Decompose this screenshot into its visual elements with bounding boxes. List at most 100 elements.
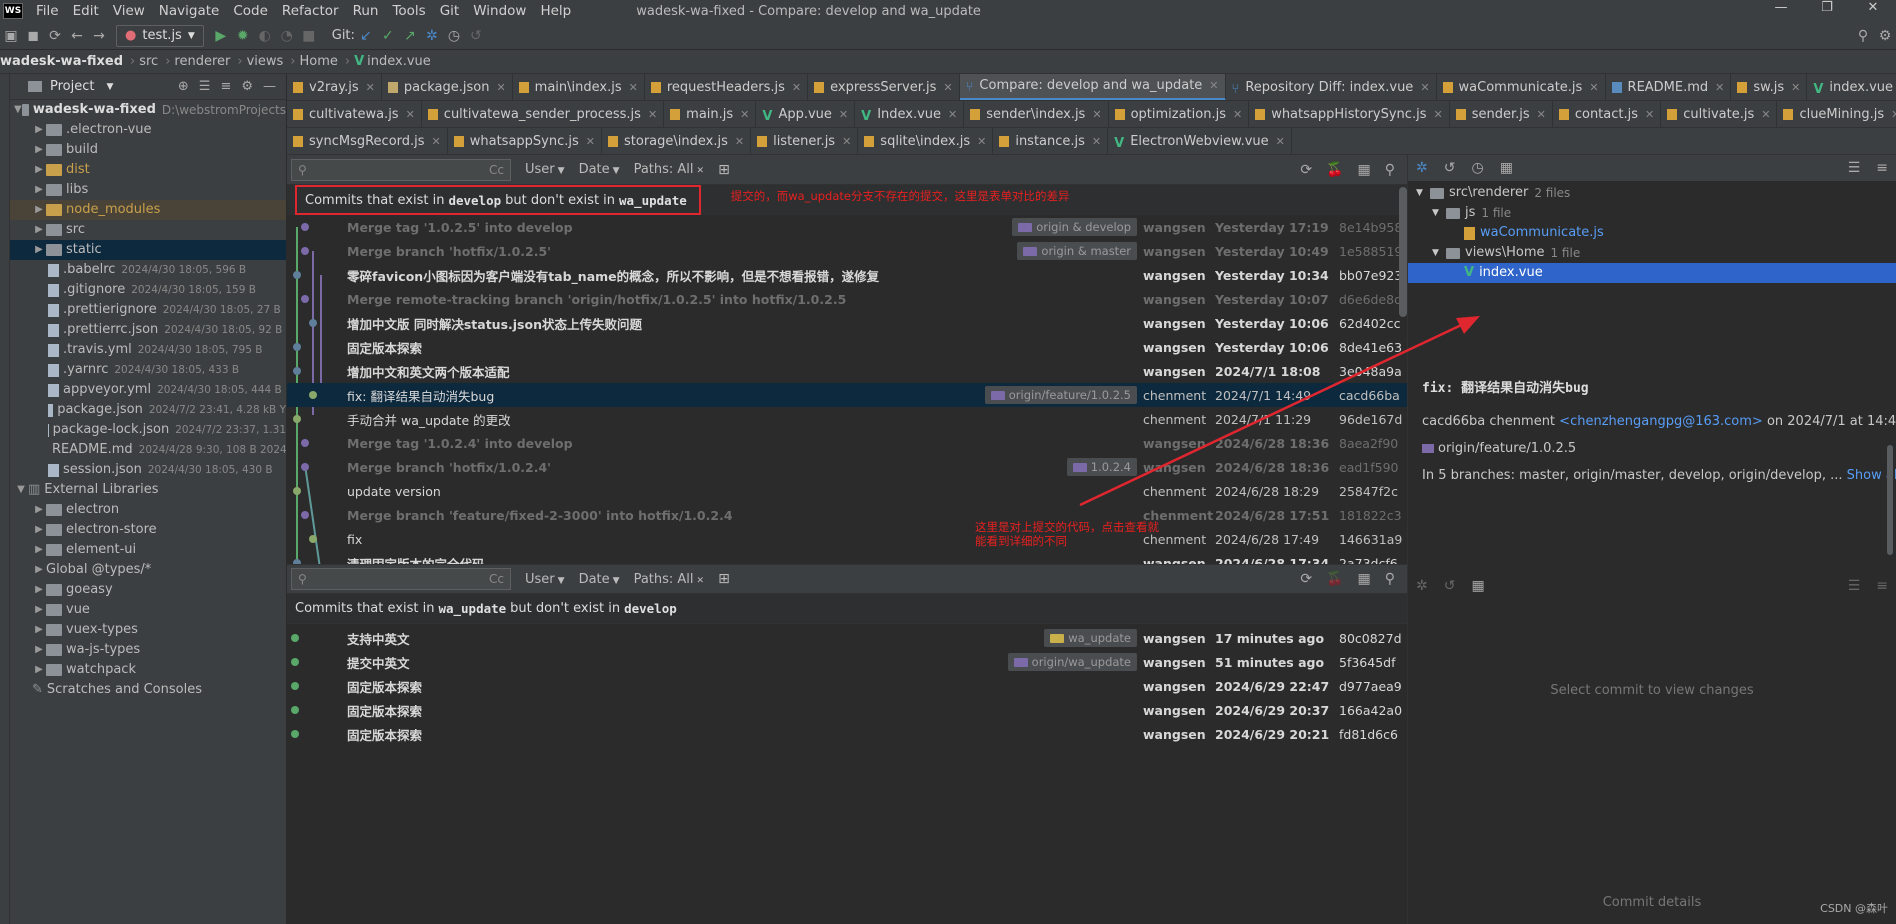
scrollbar[interactable] <box>1399 187 1407 317</box>
menu-help[interactable]: Help <box>533 3 578 19</box>
tree-folder[interactable]: ▶ build <box>10 140 286 160</box>
chevron-right-icon[interactable]: ▶ <box>32 220 46 240</box>
editor-tab[interactable]: contact.js ✕ <box>1553 101 1662 127</box>
tree-library[interactable]: ▶ Global @types/* <box>10 560 286 580</box>
editor-tab[interactable]: optimization.js ✕ <box>1109 101 1250 127</box>
chevron-right-icon[interactable]: ▶ <box>32 500 46 520</box>
editor-tab[interactable]: listener.js ✕ <box>751 128 859 154</box>
sync-icon[interactable]: ⟳ <box>44 28 66 44</box>
chevron-down-icon[interactable]: ▼ <box>1416 183 1430 203</box>
git-history-icon[interactable]: ◷ <box>443 28 465 44</box>
menu-file[interactable]: File <box>29 3 66 19</box>
date-filter[interactable]: Date ▼ <box>579 572 620 587</box>
commit-row[interactable]: Merge branch 'feature/fixed-2-3000' into… <box>287 503 1407 527</box>
close-tab-icon[interactable]: ✕ <box>839 108 848 121</box>
chevron-down-icon[interactable]: ▼ <box>106 82 113 92</box>
editor-tab[interactable]: Vindex.vue✕ <box>1807 74 1896 100</box>
editor-tab[interactable]: waCommunicate.js ✕ <box>1437 74 1606 100</box>
tree-library[interactable]: ▶ vue <box>10 600 286 620</box>
tree-file[interactable]: .babelrc 2024/4/30 18:05, 596 B <box>10 260 286 280</box>
commit-row[interactable]: 增加中文版 同时解决status.json状态上传失败问题 wangsen Yest… <box>287 311 1407 335</box>
close-tab-icon[interactable]: ✕ <box>842 135 851 148</box>
commit-row[interactable]: 零碎favicon小图标因为客户端没有tab_name的概念，所以不影响，但是不… <box>287 263 1407 287</box>
menu-refactor[interactable]: Refactor <box>275 3 346 19</box>
close-tab-icon[interactable]: ✕ <box>1891 108 1896 121</box>
chevron-right-icon[interactable]: ▶ <box>32 240 46 260</box>
editor-tab[interactable]: sw.js ✕ <box>1731 74 1808 100</box>
tree-file[interactable]: package-lock.json 2024/7/2 23:37, 1.31 <box>10 420 286 440</box>
tree-file[interactable]: session.json 2024/4/30 18:05, 430 B <box>10 460 286 480</box>
editor-tab[interactable]: main.js ✕ <box>664 101 757 127</box>
commit-search-input[interactable]: ⚲ Cc <box>291 158 511 181</box>
gear-icon[interactable]: ⚙ <box>241 79 253 94</box>
chevron-right-icon[interactable]: ▶ <box>32 160 46 180</box>
match-case-toggle[interactable]: Cc <box>489 163 504 177</box>
chevron-right-icon[interactable]: ▶ <box>32 120 46 140</box>
menu-git[interactable]: Git <box>433 3 467 19</box>
menu-view[interactable]: View <box>106 3 152 19</box>
close-tab-icon[interactable]: ✕ <box>432 135 441 148</box>
commit-row[interactable]: Merge branch 'hotfix/1.0.2.5' origin & ma… <box>287 239 1407 263</box>
commit-row[interactable]: Merge tag '1.0.2.5' into develop origin &… <box>287 215 1407 239</box>
changed-file[interactable]: waCommunicate.js <box>1408 223 1896 243</box>
close-tab-icon[interactable]: ✕ <box>366 81 375 94</box>
commit-row[interactable]: 固定版本探索 wangsen 2024/6/29 20:21 fd81d6c6 <box>287 722 1407 746</box>
close-tab-icon[interactable]: ✕ <box>1092 108 1101 121</box>
close-tab-icon[interactable]: ✕ <box>1645 108 1654 121</box>
commit-row[interactable]: update version chenment 2024/6/28 18:29 258… <box>287 479 1407 503</box>
chevron-right-icon[interactable]: ▶ <box>32 620 46 640</box>
grid-icon[interactable]: ▦ <box>1358 571 1371 587</box>
close-tab-icon[interactable]: ✕ <box>586 135 595 148</box>
expand-all-icon[interactable]: ☰ <box>199 79 211 94</box>
chevron-right-icon[interactable]: ▶ <box>32 180 46 200</box>
tree-folder[interactable]: ▶ .electron-vue <box>10 120 286 140</box>
git-push-icon[interactable]: ↗ <box>399 28 421 44</box>
date-filter[interactable]: Date ▼ <box>579 162 620 177</box>
close-tab-icon[interactable]: ✕ <box>1233 108 1242 121</box>
swap-branches-icon[interactable]: ⊞ <box>718 571 730 587</box>
scratches-node[interactable]: ✎ Scratches and Consoles <box>10 680 286 700</box>
minimize-button[interactable]: — <box>1758 0 1804 15</box>
editor-tab[interactable]: V ElectronWebview.vue ✕ <box>1108 128 1292 154</box>
tree-folder[interactable]: ▶ src <box>10 220 286 240</box>
editor-tab[interactable]: sender\index.js ✕ <box>964 101 1109 127</box>
editor-tab[interactable]: whatsappSync.js ✕ <box>448 128 602 154</box>
tree-library[interactable]: ▶ electron <box>10 500 286 520</box>
refresh-icon[interactable]: ⟳ <box>1300 162 1312 178</box>
paths-filter[interactable]: Paths: All ✕ <box>634 162 705 177</box>
menu-run[interactable]: Run <box>346 3 386 19</box>
editor-tab[interactable]: package.json ✕ <box>382 74 513 100</box>
commit-row[interactable]: 固定版本探索 wangsen 2024/6/29 22:47 d977aea9 <box>287 674 1407 698</box>
commit-row[interactable]: Merge branch 'hotfix/1.0.2.4' 1.0.2.4 wang… <box>287 455 1407 479</box>
paths-filter[interactable]: Paths: All ✕ <box>634 572 705 587</box>
editor-tab[interactable]: syncMsgRecord.js ✕ <box>287 128 448 154</box>
chevron-right-icon[interactable]: ▶ <box>32 540 46 560</box>
user-filter[interactable]: User ▼ <box>525 572 565 587</box>
close-tab-icon[interactable]: ✕ <box>629 81 638 94</box>
expand-all-icon[interactable]: ☰ <box>1848 160 1861 176</box>
tree-folder[interactable]: ▼ js 1 file <box>1408 203 1896 223</box>
tree-file[interactable]: .prettierignore 2024/4/30 18:05, 27 B <box>10 300 286 320</box>
group-by-icon[interactable]: ▦ <box>1471 578 1484 594</box>
editor-tab[interactable]: instance.js ✕ <box>993 128 1109 154</box>
chevron-down-icon[interactable]: ▼ <box>14 480 28 500</box>
user-filter[interactable]: User ▼ <box>525 162 565 177</box>
git-rollback-icon[interactable]: ↺ <box>465 28 487 44</box>
editor-tab[interactable]: cultivatewa_sender_process.js ✕ <box>422 101 665 127</box>
settings-gear-icon[interactable]: ⚙ <box>1874 28 1896 44</box>
tree-file[interactable]: .travis.yml 2024/4/30 18:05, 795 B <box>10 340 286 360</box>
git-update-icon[interactable]: ↙ <box>355 28 377 44</box>
tree-folder[interactable]: ▼ views\Home 1 file <box>1408 243 1896 263</box>
chevron-right-icon[interactable]: ▶ <box>32 520 46 540</box>
commit-row[interactable]: 增加中文和英文两个版本适配 wangsen 2024/7/1 18:08 3e048a… <box>287 359 1407 383</box>
editor-tab[interactable]: whatsappHistorySync.js ✕ <box>1249 101 1450 127</box>
save-icon[interactable]: ◼ <box>22 28 44 44</box>
expand-all-icon[interactable]: ☰ <box>1848 578 1861 594</box>
editor-tab[interactable]: clueMining.js ✕ <box>1777 101 1896 127</box>
author-email-link[interactable]: <chenzhengangpg@163.com> <box>1559 414 1763 429</box>
cherry-pick-icon[interactable]: 🍒 <box>1326 162 1343 178</box>
close-tab-icon[interactable]: ✕ <box>1715 81 1724 94</box>
chevron-right-icon[interactable]: ▶ <box>32 600 46 620</box>
commit-row[interactable]: fix: 翻译结果自动消失bug origin/feature/1.0.2.5 ch… <box>287 383 1407 407</box>
editor-tab[interactable]: requestHeaders.js ✕ <box>645 74 809 100</box>
